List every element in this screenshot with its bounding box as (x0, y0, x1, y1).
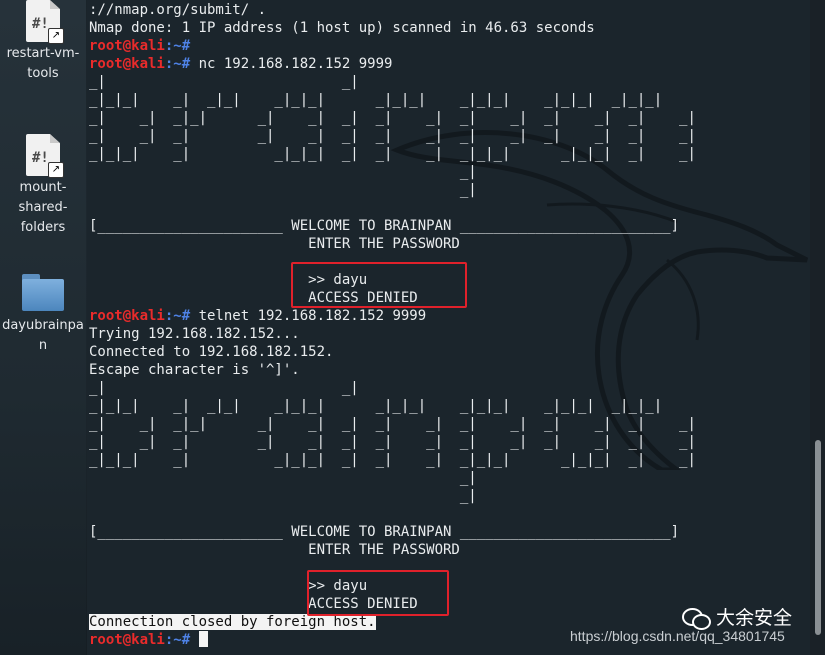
banner-art-line: _| _| _| _| _| _| _| _| _| _| _| _| _| _… (89, 434, 696, 450)
folder-icon (20, 272, 66, 312)
desktop-icon-label: restart-vm-tools (6, 46, 80, 81)
prompt-user: root@kali (89, 308, 165, 324)
desktop-icon-mount-shared-folders[interactable]: #! ↗ mount-shared-folders (0, 134, 86, 238)
welcome-line: [______________________ WELCOME TO BRAIN… (89, 218, 680, 234)
terminal-line: Escape character is '^]'. (89, 362, 300, 378)
desktop-icon-label: dayubrainpan (2, 318, 84, 353)
highlight-box (307, 570, 449, 616)
shell-script-icon: #! ↗ (26, 134, 64, 178)
prompt-user: root@kali (89, 38, 165, 54)
terminal-line: Trying 192.168.182.152... (89, 326, 300, 342)
enter-password-line: ENTER THE PASSWORD (89, 542, 460, 558)
watermark-url: https://blog.csdn.net/qq_34801745 (570, 628, 785, 644)
prompt-path: :~# (164, 56, 199, 72)
terminal-line: Connected to 192.168.182.152. (89, 344, 334, 360)
banner-art-line: _|_|_| _| _|_| _|_|_| _|_|_| _|_|_| _|_|… (89, 398, 663, 414)
banner-art-line: _| _| _| _| _| _| _| _| _| _| _| _| _| _… (89, 128, 696, 144)
desktop-icon-restart-vm-tools[interactable]: #! ↗ restart-vm-tools (0, 0, 86, 84)
banner-art-line: _| (89, 470, 477, 486)
banner-art-line (89, 505, 696, 523)
prompt-path: :~# (164, 632, 199, 648)
prompt-path: :~# (164, 38, 199, 54)
banner-art-line: _| _| _|_| _| _| _| _| _| _| _| _| _| _|… (89, 110, 696, 126)
command-text: telnet 192.168.182.152 9999 (198, 308, 427, 324)
prompt-user: root@kali (89, 632, 165, 648)
prompt-line: root@kali:~# nc 192.168.182.152 9999 (89, 55, 696, 73)
terminal-line: ://nmap.org/submit/ . (89, 2, 267, 18)
terminal-cursor[interactable] (198, 631, 208, 647)
prompt-path: :~# (164, 308, 199, 324)
prompt-user: root@kali (89, 56, 165, 72)
command-text: nc 192.168.182.152 9999 (198, 56, 393, 72)
banner-art-line: _|_|_| _| _|_|_| _| _| _| _|_|_| _|_|_| … (89, 452, 696, 468)
scrollbar-thumb[interactable] (815, 440, 821, 635)
welcome-line: [______________________ WELCOME TO BRAIN… (89, 524, 680, 540)
terminal-scrollbar[interactable] (810, 0, 825, 655)
banner-art-line: _| _| (89, 74, 359, 90)
terminal-line: Nmap done: 1 IP address (1 host up) scan… (89, 20, 595, 36)
prompt-line: root@kali:~# (89, 37, 696, 55)
banner-art-line: _|_|_| _| _|_| _|_|_| _|_|_| _|_|_| _|_|… (89, 92, 663, 108)
wechat-icon (682, 606, 711, 630)
banner-art-line: _| (89, 488, 477, 504)
banner-art-line: _| (89, 182, 477, 198)
highlight-box (291, 262, 467, 308)
banner-art-line (89, 199, 696, 217)
connection-closed-text: Connection closed by foreign host. (89, 614, 376, 630)
banner-art-line: _| _| _|_| _| _| _| _| _| _| _| _| _| _|… (89, 416, 696, 432)
desktop-icon-label: mount-shared-folders (18, 180, 68, 235)
banner-art-line: _|_|_| _| _|_|_| _| _| _| _|_|_| _|_|_| … (89, 146, 696, 162)
terminal-window[interactable]: ://nmap.org/submit/ . Nmap done: 1 IP ad… (87, 0, 810, 655)
shell-script-icon: #! ↗ (26, 0, 64, 44)
prompt-line: root@kali:~# telnet 192.168.182.152 9999 (89, 307, 696, 325)
desktop-sidebar: #! ↗ restart-vm-tools #! ↗ mount-shared-fo… (0, 0, 86, 655)
enter-password-line: ENTER THE PASSWORD (89, 236, 460, 252)
banner-art-line: _| (89, 164, 477, 180)
watermark-brand: 大余安全 (716, 607, 793, 629)
desktop-icon-dayubrainpan[interactable]: dayubrainpan (0, 272, 86, 356)
banner-art-line: _| _| (89, 380, 359, 396)
